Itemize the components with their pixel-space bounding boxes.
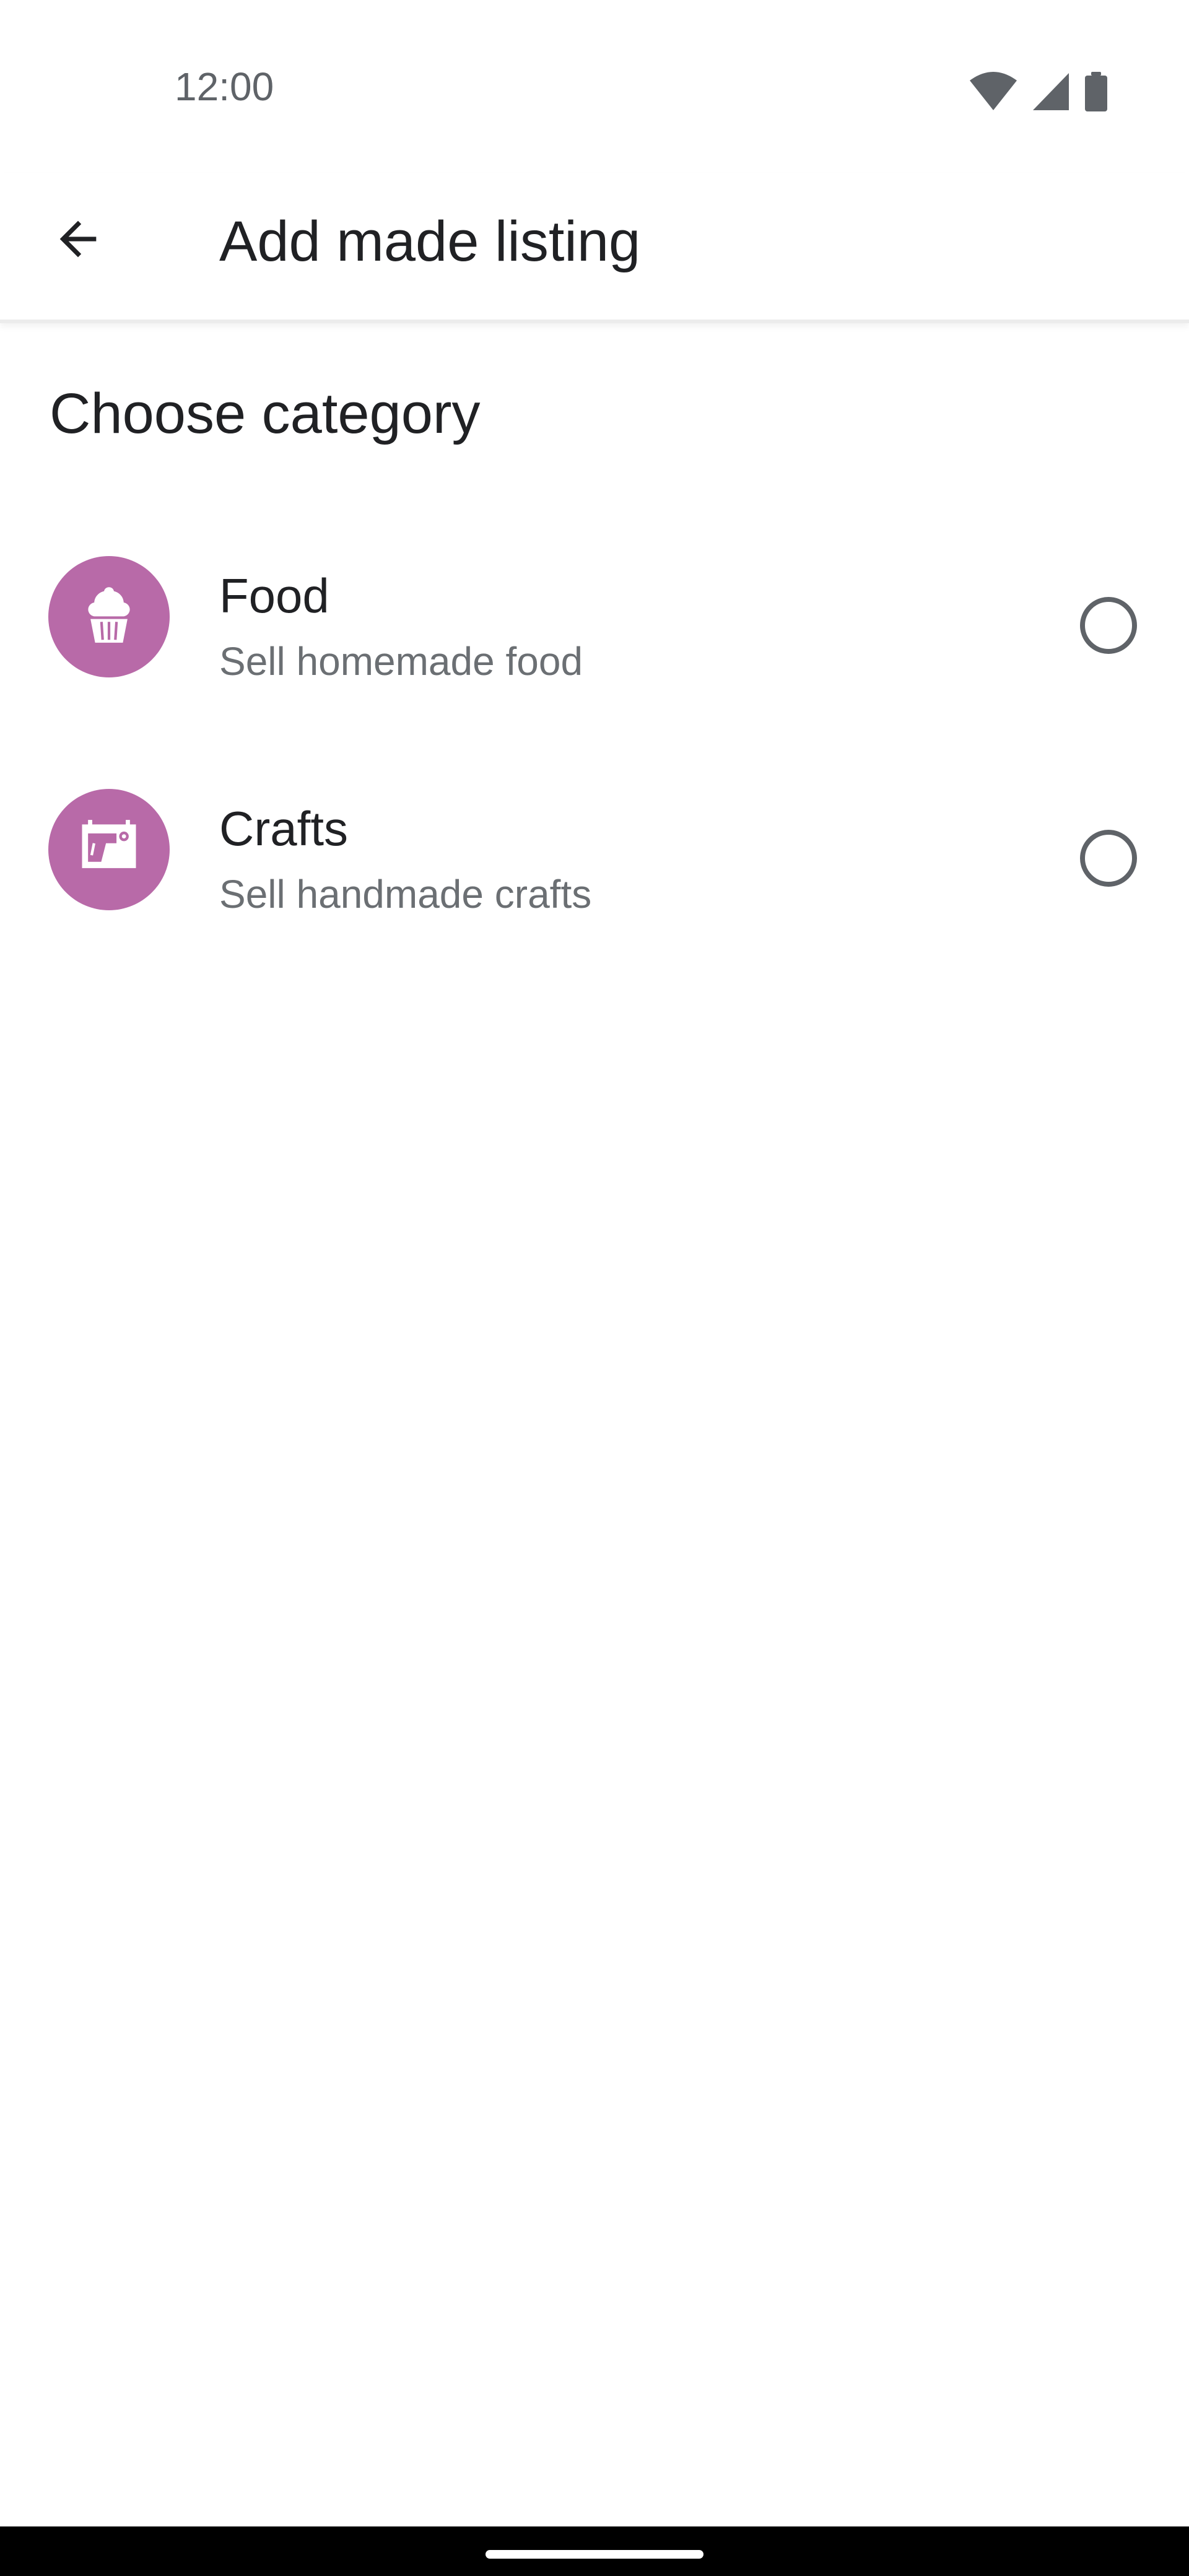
status-icons <box>969 67 1108 116</box>
app-bar: Add made listing <box>0 173 1189 323</box>
arrow-back-icon <box>51 212 105 269</box>
status-time: 12:00 <box>175 64 274 109</box>
food-radio-button[interactable] <box>1080 597 1137 654</box>
section-title: Choose category <box>50 382 481 445</box>
food-avatar <box>48 556 170 677</box>
signal-icon <box>1032 72 1070 111</box>
back-button[interactable] <box>37 199 119 281</box>
wifi-icon <box>969 72 1018 111</box>
sewing-machine-icon <box>73 812 145 887</box>
category-option-crafts[interactable]: Crafts Sell handmade crafts <box>0 753 1189 964</box>
home-gesture-handle[interactable] <box>486 2550 703 2559</box>
option-subtitle: Sell homemade food <box>219 639 583 684</box>
option-title: Food <box>219 568 329 623</box>
crafts-avatar <box>48 789 170 910</box>
status-bar: 12:00 <box>0 0 1189 173</box>
option-title: Crafts <box>219 801 349 856</box>
page-title: Add made listing <box>219 210 641 273</box>
option-subtitle: Sell handmade crafts <box>219 872 592 916</box>
cupcake-icon <box>74 581 144 653</box>
battery-icon <box>1084 72 1108 111</box>
crafts-radio-button[interactable] <box>1080 830 1137 887</box>
category-option-food[interactable]: Food Sell homemade food <box>0 520 1189 731</box>
